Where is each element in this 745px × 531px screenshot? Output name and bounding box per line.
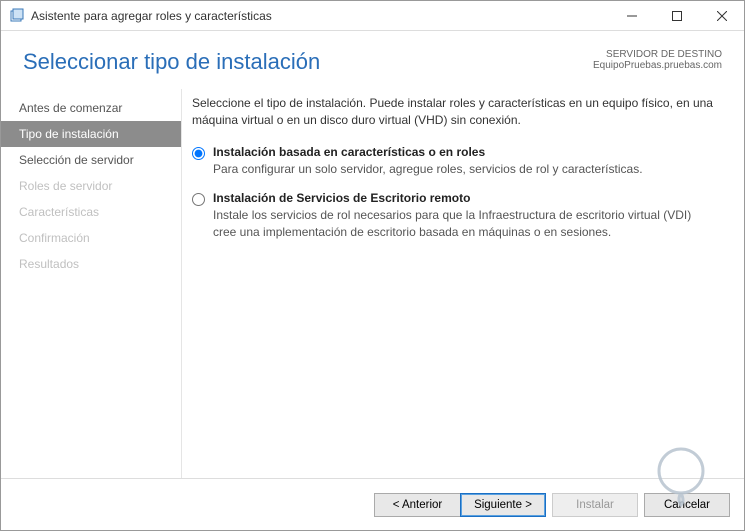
install-option-radio-0[interactable]	[192, 147, 205, 160]
page-title: Seleccionar tipo de instalación	[23, 49, 320, 75]
content: Seleccione el tipo de instalación. Puede…	[181, 89, 744, 478]
sidebar-item-1: Tipo de instalación	[1, 121, 181, 147]
window-controls	[609, 1, 744, 30]
sidebar: Antes de comenzarTipo de instalaciónSele…	[1, 89, 181, 478]
destination-block: SERVIDOR DE DESTINO EquipoPruebas.prueba…	[593, 49, 722, 71]
sidebar-item-2[interactable]: Selección de servidor	[1, 147, 181, 173]
install-option-radio-1[interactable]	[192, 193, 205, 206]
cancel-button[interactable]: Cancelar	[644, 493, 730, 517]
sidebar-item-0[interactable]: Antes de comenzar	[1, 95, 181, 121]
content-intro: Seleccione el tipo de instalación. Puede…	[192, 95, 716, 129]
install-option-desc: Instale los servicios de rol necesarios …	[213, 207, 716, 241]
install-option-title: Instalación de Servicios de Escritorio r…	[213, 191, 716, 205]
titlebar: Asistente para agregar roles y caracterí…	[1, 1, 744, 31]
install-option-title: Instalación basada en características o …	[213, 145, 716, 159]
install-option-desc: Para configurar un solo servidor, agregu…	[213, 161, 716, 178]
header: Seleccionar tipo de instalación SERVIDOR…	[1, 31, 744, 89]
install-button[interactable]: Instalar	[552, 493, 638, 517]
sidebar-item-4: Características	[1, 199, 181, 225]
destination-label: SERVIDOR DE DESTINO	[593, 49, 722, 60]
minimize-button[interactable]	[609, 1, 654, 30]
sidebar-item-6: Resultados	[1, 251, 181, 277]
window-title: Asistente para agregar roles y caracterí…	[31, 9, 609, 23]
body: Antes de comenzarTipo de instalaciónSele…	[1, 89, 744, 478]
install-option-0: Instalación basada en características o …	[192, 145, 716, 178]
sidebar-item-5: Confirmación	[1, 225, 181, 251]
nav-button-group: < Anterior Siguiente >	[374, 493, 546, 517]
previous-button[interactable]: < Anterior	[374, 493, 460, 517]
app-icon	[9, 8, 25, 24]
close-button[interactable]	[699, 1, 744, 30]
next-button[interactable]: Siguiente >	[460, 493, 546, 517]
wizard-window: Asistente para agregar roles y caracterí…	[0, 0, 745, 531]
destination-value: EquipoPruebas.pruebas.com	[593, 60, 722, 71]
maximize-button[interactable]	[654, 1, 699, 30]
footer: < Anterior Siguiente > Instalar Cancelar	[1, 478, 744, 530]
sidebar-item-3: Roles de servidor	[1, 173, 181, 199]
install-option-1: Instalación de Servicios de Escritorio r…	[192, 191, 716, 241]
